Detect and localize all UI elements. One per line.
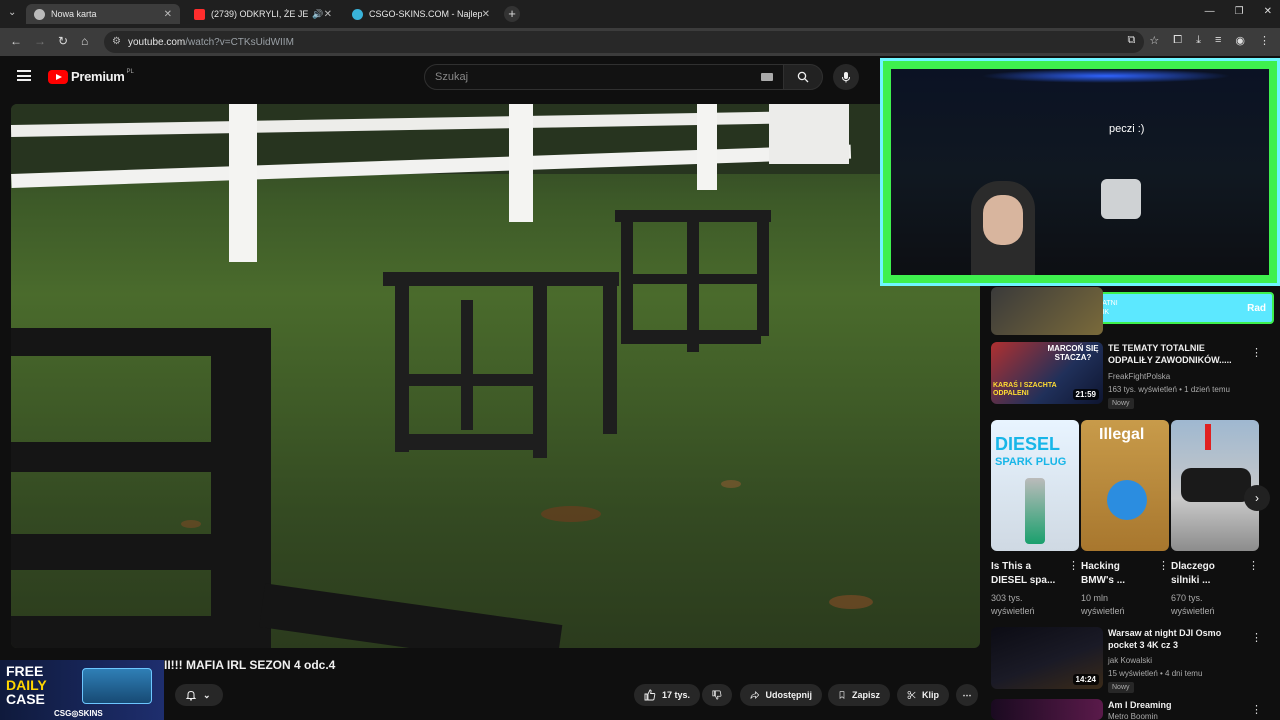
chevron-right-icon: › — [1255, 491, 1259, 505]
bell-icon — [185, 690, 197, 701]
youtube-favicon-icon — [194, 8, 205, 20]
chrome-icon — [34, 8, 45, 20]
video-thumbnail[interactable]: 14:24 — [991, 627, 1103, 689]
browser-tab-youtube[interactable]: (2739) ODKRYLI, ŻE JEST Z I 🔊 ✕ — [186, 4, 340, 24]
share-icon — [750, 690, 760, 700]
bookmark-star-icon[interactable]: ☆ — [1149, 34, 1159, 47]
scissors-icon — [907, 691, 916, 699]
reading-list-icon[interactable]: ≡ — [1215, 34, 1221, 47]
more-options-icon[interactable]: ⋮ — [1251, 346, 1262, 359]
more-options-icon[interactable]: ⋮ — [1248, 559, 1259, 572]
video-thumbnail[interactable]: MARCOŃ SIĘ STACZA? KARAŚ I SZACHTA ODPAL… — [991, 342, 1103, 404]
more-horizontal-icon: ⋯ — [962, 689, 972, 700]
csgo-skins-ad-banner[interactable]: FREE DAILY CASE CSG◎SKINS — [0, 660, 164, 720]
minimize-icon[interactable]: — — [1205, 6, 1215, 17]
exclamation-icon — [1205, 424, 1211, 450]
room-chair — [1101, 179, 1141, 219]
video-title: II!!! MAFIA IRL SEZON 4 odc.4 — [164, 658, 336, 672]
short-thumbnail[interactable]: DIESEL SPARK PLUG — [991, 420, 1079, 551]
video-frame-scene — [11, 104, 980, 648]
browser-toolbar: ← → ↻ ⌂ ⚙ youtube.com/watch?v=CTKsUidWII… — [0, 28, 1280, 56]
ad-headline: FREE DAILY CASE — [6, 663, 47, 707]
more-options-icon[interactable]: ⋮ — [1068, 559, 1079, 572]
browser-tab-new[interactable]: Nowa karta ✕ — [26, 4, 180, 24]
search-input[interactable]: Szukaj — [424, 64, 784, 90]
youtube-play-icon — [48, 69, 68, 84]
bolt-icon — [1107, 480, 1147, 520]
short-item[interactable]: Dlaczego silniki ... 670 tys. wyświetleń… — [1171, 420, 1259, 618]
more-options-icon[interactable]: ⋮ — [1158, 559, 1169, 572]
video-thumbnail[interactable] — [991, 699, 1103, 720]
menu-kebab-icon[interactable]: ⋮ — [1259, 34, 1270, 47]
recommendation-item[interactable]: Am I Dreaming Metro Boomin ⋮ — [991, 699, 1271, 720]
bookmark-icon — [839, 691, 845, 699]
profile-avatar-icon[interactable]: ◉ — [1235, 34, 1245, 47]
case-icon — [82, 668, 152, 704]
thumbs-down-icon — [712, 690, 722, 700]
download-icon[interactable]: ⤓ — [1196, 34, 1201, 47]
csgo-favicon-icon — [352, 8, 363, 20]
webcam-feed: peczi :) — [891, 69, 1269, 275]
site-info-icon[interactable]: ⚙ — [112, 36, 121, 47]
tab-search-chevron-icon[interactable]: ⌄ — [8, 7, 16, 18]
short-item[interactable]: Illegal Hacking BMW's ... 10 mln wyświet… — [1081, 420, 1169, 618]
share-button[interactable]: Udostępnij — [740, 684, 822, 706]
chevron-down-icon: ⌄ — [203, 689, 211, 700]
home-icon[interactable]: ⌂ — [81, 34, 88, 48]
close-window-icon[interactable]: ✕ — [1264, 6, 1272, 17]
extensions-icon[interactable]: ⧠ — [1173, 34, 1182, 47]
stream-webcam-overlay: peczi :) — [880, 58, 1280, 286]
streamer-face — [983, 195, 1023, 245]
window-controls: — ❐ ✕ — [1205, 6, 1272, 17]
partial-thumbnail[interactable] — [991, 287, 1103, 335]
dislike-button[interactable] — [702, 684, 732, 706]
search-button[interactable] — [783, 64, 823, 90]
thumbs-up-icon — [644, 689, 656, 701]
recommendation-item[interactable]: 14:24 Warsaw at night DJI Osmo pocket 3 … — [991, 627, 1271, 693]
browser-tab-bar: ⌄ Nowa karta ✕ (2739) ODKRYLI, ŻE JEST Z… — [0, 0, 1280, 28]
voice-search-button[interactable] — [833, 64, 859, 90]
reload-icon[interactable]: ↻ — [58, 34, 68, 48]
more-options-icon[interactable]: ⋮ — [1251, 703, 1262, 716]
more-options-icon[interactable]: ⋮ — [1251, 631, 1262, 644]
youtube-premium-logo[interactable]: Premium PL — [48, 69, 134, 84]
browser-tab-csgo[interactable]: CSGO-SKINS.COM - Najlepsze ✕ — [344, 4, 498, 24]
spark-plug-icon — [1025, 478, 1045, 544]
led-light — [981, 69, 1231, 83]
cast-icon[interactable]: ⧉ — [1128, 34, 1136, 47]
microphone-icon — [842, 72, 850, 83]
back-icon[interactable]: ← — [10, 34, 22, 48]
toolbar-actions: ⧉ ☆ ⧠ ⤓ ≡ ◉ ⋮ — [1128, 34, 1270, 47]
restore-icon[interactable]: ❐ — [1235, 6, 1244, 17]
close-tab-icon[interactable]: ✕ — [482, 9, 490, 20]
notification-bell-button[interactable]: ⌄ — [175, 684, 223, 706]
like-button[interactable]: 17 tys. — [634, 684, 700, 706]
save-button[interactable]: Zapisz — [828, 684, 890, 706]
clip-button[interactable]: Klip — [897, 684, 949, 706]
video-player[interactable] — [11, 104, 980, 648]
car-image — [1181, 468, 1251, 502]
recommendation-item[interactable]: MARCOŃ SIĘ STACZA? KARAŚ I SZACHTA ODPAL… — [991, 342, 1271, 412]
short-thumbnail[interactable]: Illegal — [1081, 420, 1169, 551]
address-bar[interactable]: ⚙ youtube.com/watch?v=CTKsUidWIIM — [104, 31, 1144, 53]
search-icon — [797, 71, 809, 83]
close-tab-icon[interactable]: ✕ — [324, 9, 332, 20]
more-actions-button[interactable]: ⋯ — [956, 684, 978, 706]
hamburger-menu-icon[interactable] — [17, 70, 31, 81]
shorts-next-button[interactable]: › — [1244, 485, 1270, 511]
short-item[interactable]: DIESEL SPARK PLUG Is This a DIESEL spa..… — [991, 420, 1079, 618]
forward-icon[interactable]: → — [34, 34, 46, 48]
short-thumbnail[interactable] — [1171, 420, 1259, 551]
audio-playing-icon[interactable]: 🔊 — [312, 9, 323, 20]
close-tab-icon[interactable]: ✕ — [164, 9, 172, 20]
new-tab-button[interactable]: + — [504, 6, 520, 22]
keyboard-icon[interactable] — [761, 73, 773, 81]
